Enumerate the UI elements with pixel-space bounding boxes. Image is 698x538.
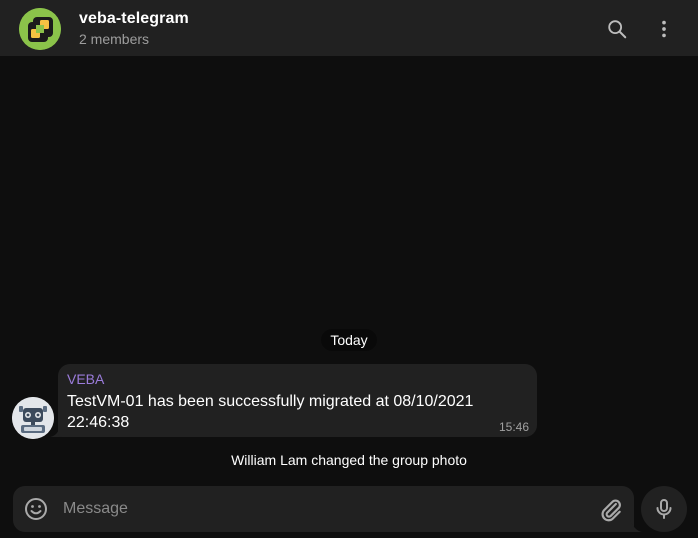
message-input[interactable] [63, 495, 563, 523]
telegram-app: veba-telegram 2 members Today VEBA TestV… [0, 0, 698, 538]
message-composer [13, 486, 634, 532]
message-bubble[interactable]: VEBA TestVM-01 has been successfully mig… [58, 364, 537, 437]
member-count: 2 members [79, 31, 150, 47]
composer-tail [630, 520, 642, 532]
more-options-button[interactable] [647, 12, 681, 46]
chat-title[interactable]: veba-telegram [79, 10, 189, 28]
emoji-button[interactable] [23, 496, 49, 522]
service-message: William Lam changed the group photo [0, 449, 698, 471]
emoji-icon [25, 498, 47, 520]
message-text: TestVM-01 has been successfully migrated… [67, 393, 474, 431]
date-label: Today [321, 329, 377, 351]
attach-button[interactable] [598, 497, 624, 523]
mic-icon [656, 499, 672, 519]
service-message-text: William Lam changed the group photo [231, 452, 467, 468]
message-time: 15:46 [498, 420, 529, 434]
sender-name[interactable]: VEBA [67, 371, 104, 387]
attach-icon [601, 499, 621, 522]
date-separator: Today [0, 329, 698, 351]
voice-record-button[interactable] [641, 486, 687, 532]
more-vert-icon [662, 20, 666, 38]
search-icon [608, 20, 627, 39]
chat-header: veba-telegram 2 members [0, 0, 698, 56]
sender-avatar[interactable] [12, 397, 54, 439]
group-avatar[interactable] [19, 8, 61, 50]
group-logo-icon [19, 8, 61, 50]
search-button[interactable] [600, 12, 634, 46]
robot-avatar-icon [12, 397, 54, 439]
